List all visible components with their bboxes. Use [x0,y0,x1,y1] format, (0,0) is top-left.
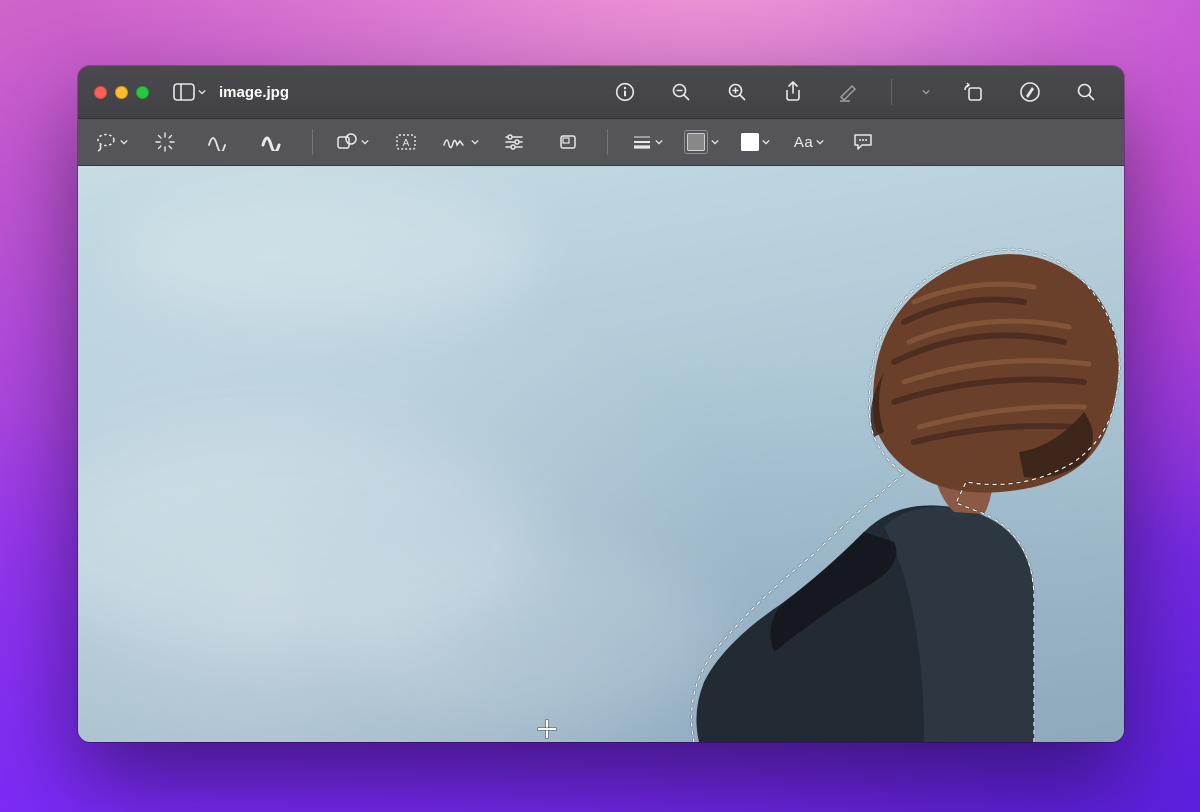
chevron-down-icon [711,138,719,146]
crop-icon [558,133,578,151]
text-tool[interactable]: A [381,126,431,158]
sidebar-icon [173,83,195,101]
zoom-in-button[interactable] [713,74,761,110]
chevron-down-icon [198,88,206,96]
zoom-out-button[interactable] [657,74,705,110]
window-title: image.jpg [219,84,289,101]
sidebar-toggle-button[interactable] [165,74,213,110]
chevron-down-icon [762,138,770,146]
cloud-decoration [118,186,538,326]
chevron-down-icon [471,138,479,146]
chevron-down-icon [816,138,824,146]
image-canvas[interactable] [78,166,1124,742]
signature-icon [442,133,468,151]
fullscreen-window-button[interactable] [136,86,149,99]
fill-color-swatch [741,133,759,151]
close-window-button[interactable] [94,86,107,99]
highlight-menu-button[interactable] [910,74,942,110]
rotate-left-icon [963,82,985,102]
border-color-swatch [684,130,708,154]
zoom-in-icon [727,82,747,102]
text-box-icon: A [395,133,417,151]
sketch-icon [207,133,231,151]
image-subject [564,182,1124,742]
draw-icon [261,133,285,151]
info-icon [615,82,635,102]
border-width-button[interactable] [622,126,672,158]
sliders-icon [504,133,524,151]
crop-tool[interactable] [543,126,593,158]
instant-alpha-tool[interactable] [140,126,190,158]
shapes-icon [336,132,358,152]
border-color-button[interactable] [676,126,726,158]
share-button[interactable] [769,74,817,110]
lasso-selection-tool[interactable] [86,126,136,158]
speech-bubble-icon [852,132,874,152]
zoom-out-icon [671,82,691,102]
sketch-tool[interactable] [194,126,244,158]
chevron-down-icon [120,138,128,146]
shapes-tool[interactable] [327,126,377,158]
chevron-down-icon [361,138,369,146]
toolbar-divider [607,129,608,155]
instant-alpha-icon [154,131,176,153]
toolbar-divider [312,129,313,155]
minimize-window-button[interactable] [115,86,128,99]
window-controls [94,86,149,99]
markup-icon [1019,81,1041,103]
preview-window: image.jpg [78,66,1124,742]
annotate-button[interactable] [838,126,888,158]
sign-tool[interactable] [435,126,485,158]
text-style-button[interactable]: Aa [784,126,834,158]
chevron-down-icon [922,88,930,96]
line-weight-icon [632,134,652,150]
info-button[interactable] [601,74,649,110]
titlebar: image.jpg [78,66,1124,119]
svg-text:A: A [403,138,410,149]
chevron-down-icon [655,138,663,146]
highlight-button[interactable] [825,74,873,110]
text-style-label: Aa [794,134,813,151]
lasso-icon [95,132,117,152]
markup-toggle-button[interactable] [1006,74,1054,110]
share-icon [783,81,803,103]
fill-color-button[interactable] [730,126,780,158]
highlight-icon [838,82,860,102]
desktop-wallpaper: image.jpg [0,0,1200,812]
draw-tool[interactable] [248,126,298,158]
search-icon [1076,82,1096,102]
toolbar-divider [891,79,892,105]
adjust-color-tool[interactable] [489,126,539,158]
crosshair-cursor [538,720,556,738]
rotate-button[interactable] [950,74,998,110]
search-button[interactable] [1062,74,1110,110]
markup-toolbar: A [78,119,1124,166]
